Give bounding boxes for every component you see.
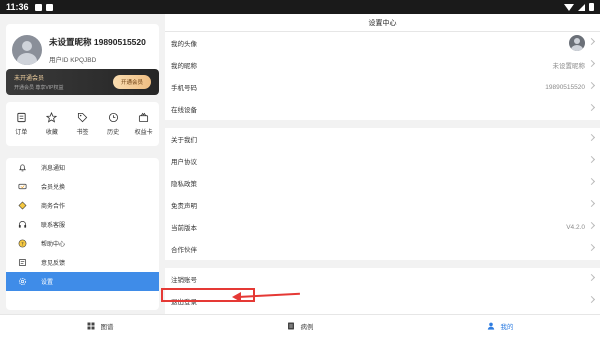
settings-row-avatar[interactable]: 我的头像 bbox=[165, 32, 600, 54]
settings-row-agreement[interactable]: 用户协议 bbox=[165, 150, 600, 172]
grid-icon bbox=[87, 322, 94, 330]
chevron-right-icon bbox=[587, 177, 596, 186]
profile-user-id: 用户ID KPQJBD bbox=[49, 57, 97, 64]
status-time: 11:36 bbox=[6, 2, 29, 12]
sidebar-menu: 消息通知 会员兑换 商务合作 联系客服 ? 帮助中心 意见反馈 设置 bbox=[6, 158, 159, 310]
chevron-right-icon bbox=[587, 221, 596, 230]
battery-icon bbox=[589, 3, 594, 11]
chevron-right-icon bbox=[587, 243, 596, 252]
vip-subtitle: 开通会员 尊享VIP权益 bbox=[14, 85, 64, 91]
vip-title: 未开通会员 bbox=[14, 76, 45, 82]
tab-cases[interactable]: 病例 bbox=[200, 315, 400, 337]
section-divider bbox=[165, 120, 600, 128]
help-icon: ? bbox=[18, 239, 27, 248]
document-icon bbox=[287, 322, 294, 330]
ticket-icon bbox=[18, 183, 27, 190]
page-title: 设置中心 bbox=[165, 14, 600, 32]
settings-row-partners[interactable]: 合作伙伴 bbox=[165, 238, 600, 260]
sidebar-item-label: 设置 bbox=[41, 280, 54, 286]
chevron-right-icon bbox=[587, 273, 596, 282]
sidebar-item-label: 消息通知 bbox=[41, 166, 66, 172]
settings-panel: 设置中心 我的头像 我的昵称 未设置昵称 手机号码 19890515520 在线… bbox=[165, 14, 600, 314]
status-bar: 11:36 bbox=[0, 0, 600, 14]
sidebar-item-help[interactable]: ? 帮助中心 bbox=[6, 234, 159, 253]
avatar[interactable] bbox=[12, 35, 42, 65]
clock-icon bbox=[108, 112, 118, 123]
settings-row-about[interactable]: 关于我们 bbox=[165, 128, 600, 150]
profile-nickname: 未设置昵称 19890515520 bbox=[49, 37, 146, 47]
chevron-right-icon bbox=[587, 295, 596, 304]
wifi-icon bbox=[564, 3, 574, 11]
settings-row-cancel-account[interactable]: 注销账号 bbox=[165, 268, 600, 290]
chevron-right-icon bbox=[587, 37, 596, 46]
settings-row-devices[interactable]: 在线设备 bbox=[165, 98, 600, 120]
chevron-right-icon bbox=[587, 155, 596, 164]
annotation-arrow-head bbox=[232, 292, 241, 302]
quick-history[interactable]: 历史 bbox=[99, 112, 127, 136]
order-icon bbox=[17, 112, 26, 123]
headset-icon bbox=[18, 221, 27, 228]
sidebar-item-settings[interactable]: 设置 bbox=[6, 272, 159, 291]
tag-icon bbox=[77, 112, 88, 123]
chevron-right-icon bbox=[587, 199, 596, 208]
bottom-nav: 图谱 病例 我的 bbox=[0, 314, 600, 337]
star-icon bbox=[46, 112, 58, 123]
settings-row-nickname[interactable]: 我的昵称 未设置昵称 bbox=[165, 54, 600, 76]
avatar bbox=[569, 35, 585, 51]
open-vip-button[interactable]: 开通会员 bbox=[112, 75, 151, 89]
vip-banner: 未开通会员 开通会员 尊享VIP权益 开通会员 bbox=[6, 69, 159, 95]
sidebar: 未设置昵称 19890515520 用户ID KPQJBD 未开通会员 开通会员… bbox=[0, 14, 165, 314]
person-icon bbox=[487, 322, 494, 330]
sidebar-item-business[interactable]: 商务合作 bbox=[6, 196, 159, 215]
quick-actions: 订单 收藏 书签 历史 权益卡 bbox=[6, 102, 159, 146]
sidebar-item-feedback[interactable]: 意见反馈 bbox=[6, 253, 159, 272]
sidebar-item-support[interactable]: 联系客服 bbox=[6, 215, 159, 234]
quick-bookmarks[interactable]: 书签 bbox=[68, 112, 96, 136]
settings-row-privacy[interactable]: 隐私政策 bbox=[165, 172, 600, 194]
section-divider bbox=[165, 260, 600, 268]
settings-row-phone[interactable]: 手机号码 19890515520 bbox=[165, 76, 600, 98]
feedback-icon bbox=[18, 258, 27, 267]
sidebar-item-label: 意见反馈 bbox=[41, 261, 66, 267]
tab-atlas[interactable]: 图谱 bbox=[0, 315, 200, 337]
chevron-right-icon bbox=[587, 133, 596, 142]
tab-mine[interactable]: 我的 bbox=[400, 315, 600, 337]
sidebar-item-redeem[interactable]: 会员兑换 bbox=[6, 177, 159, 196]
card-icon bbox=[139, 112, 149, 123]
notification-icon bbox=[34, 3, 42, 11]
sidebar-item-label: 商务合作 bbox=[41, 204, 66, 210]
quick-orders[interactable]: 订单 bbox=[7, 112, 35, 136]
settings-row-version[interactable]: 当前版本 V4.2.0 bbox=[165, 216, 600, 238]
settings-row-disclaimer[interactable]: 免责声明 bbox=[165, 194, 600, 216]
notification-icon bbox=[45, 3, 53, 11]
quick-favorites[interactable]: 收藏 bbox=[38, 112, 66, 136]
sidebar-item-label: 联系客服 bbox=[41, 223, 66, 229]
signal-icon bbox=[578, 3, 585, 11]
diamond-icon bbox=[18, 201, 27, 210]
sidebar-item-label: 会员兑换 bbox=[41, 185, 66, 191]
gear-icon bbox=[18, 277, 27, 286]
bell-icon bbox=[19, 164, 26, 172]
chevron-right-icon bbox=[587, 103, 596, 112]
chevron-right-icon bbox=[587, 81, 596, 90]
chevron-right-icon bbox=[587, 59, 596, 68]
quick-benefit-card[interactable]: 权益卡 bbox=[130, 112, 158, 136]
sidebar-item-notifications[interactable]: 消息通知 bbox=[6, 158, 159, 177]
sidebar-item-label: 帮助中心 bbox=[41, 242, 66, 248]
